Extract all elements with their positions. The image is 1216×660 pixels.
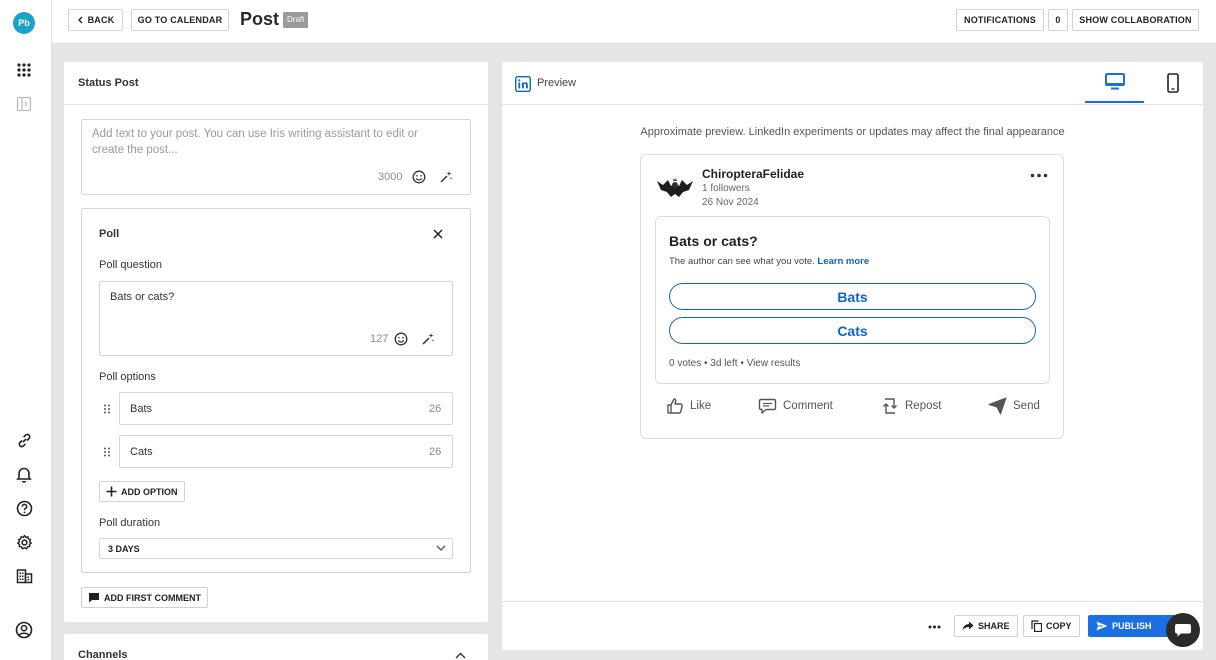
- send-action[interactable]: Send: [988, 395, 1040, 417]
- poll-option-char-counter: 26: [429, 403, 442, 415]
- account-avatar-icon[interactable]: [14, 620, 34, 640]
- preview-title: Preview: [537, 77, 577, 89]
- editor-header: Status Post: [64, 62, 488, 105]
- repost-action[interactable]: Repost: [881, 395, 941, 417]
- repost-icon: [883, 398, 897, 414]
- status-badge: Draft: [283, 12, 309, 28]
- preview-card: Preview Approximate preview. LinkedIn ex…: [502, 62, 1203, 650]
- mobile-view-tab[interactable]: [1154, 62, 1192, 103]
- chevron-left-icon: [77, 16, 83, 24]
- page-title: Post: [240, 9, 280, 29]
- preview-note: Approximate preview. LinkedIn experiment…: [640, 126, 1065, 138]
- poll-duration-select[interactable]: 3 DAYS: [99, 538, 453, 559]
- link-icon[interactable]: [14, 430, 34, 450]
- post-date: 26 Nov 2024: [702, 197, 759, 208]
- chevron-down-icon: [436, 545, 446, 551]
- more-actions-icon[interactable]: [928, 625, 941, 629]
- poll-question-char-counter: 127: [370, 333, 389, 345]
- magic-wand-icon[interactable]: [420, 331, 436, 347]
- settings-gear-icon[interactable]: [14, 532, 34, 552]
- comment-bubble-icon: [758, 398, 777, 414]
- desktop-view-tab[interactable]: [1085, 62, 1144, 103]
- post-text-input[interactable]: Add text to your post. You can use Iris …: [81, 119, 471, 195]
- poll-duration-label: Poll duration: [99, 517, 161, 529]
- chat-support-button[interactable]: [1166, 613, 1200, 647]
- linkedin-icon: [515, 76, 531, 92]
- drag-handle-icon[interactable]: [103, 447, 111, 457]
- poll-question-value: Bats or cats?: [110, 291, 175, 303]
- post-char-counter: 3000: [378, 171, 403, 183]
- poll-preview-meta: 0 votes • 3d left • View results: [669, 358, 801, 369]
- emoji-icon[interactable]: [393, 331, 409, 347]
- preview-footer: SHARE COPY PUBLISH: [502, 601, 1203, 650]
- poll-option-input[interactable]: Cats 26: [119, 435, 453, 468]
- poll-title: Poll: [99, 228, 120, 240]
- left-rail: Pb: [0, 0, 52, 660]
- editor-title: Status Post: [78, 77, 139, 89]
- building-icon[interactable]: [14, 566, 34, 586]
- channels-title: Channels: [78, 649, 128, 660]
- chevron-up-icon[interactable]: [455, 652, 466, 659]
- like-action[interactable]: Like: [666, 395, 711, 417]
- poll-option-input[interactable]: Bats 26: [119, 392, 453, 425]
- thumbs-up-icon: [667, 398, 683, 414]
- poll-preview-option[interactable]: Cats: [669, 317, 1036, 344]
- notifications-button[interactable]: NOTIFICATIONS: [956, 9, 1044, 31]
- poll-preview-option[interactable]: Bats: [669, 283, 1036, 310]
- poll-question-input[interactable]: Bats or cats? 127: [99, 281, 453, 356]
- poll-duration-value: 3 DAYS: [108, 544, 140, 554]
- poll-option-value: Cats: [130, 446, 153, 458]
- post-text-placeholder: Add text to your post. You can use Iris …: [92, 128, 419, 156]
- author-avatar: [655, 171, 695, 203]
- poll-section: Poll Poll question Bats or cats? 127 Pol…: [81, 208, 471, 573]
- back-button[interactable]: BACK: [68, 9, 123, 31]
- plus-icon: [106, 486, 117, 497]
- learn-more-link[interactable]: Learn more: [817, 256, 869, 267]
- add-option-button[interactable]: ADD OPTION: [99, 481, 185, 502]
- notifications-count-badge[interactable]: 0: [1048, 9, 1068, 31]
- top-bar: BACK GO TO CALENDAR Post Draft NOTIFICAT…: [52, 0, 1216, 44]
- comment-icon: [89, 593, 99, 603]
- add-first-comment-button[interactable]: ADD FIRST COMMENT: [81, 587, 208, 608]
- author-followers: 1 followers: [702, 183, 750, 194]
- preview-header: Preview: [502, 62, 1203, 105]
- share-arrow-icon: [962, 621, 974, 631]
- poll-question-label: Poll question: [99, 259, 162, 271]
- send-icon: [1096, 621, 1108, 631]
- apps-grid-icon[interactable]: [14, 60, 34, 80]
- close-poll-icon[interactable]: [430, 226, 446, 242]
- author-name: ChiropteraFelidae: [702, 167, 805, 181]
- share-button[interactable]: SHARE: [954, 615, 1018, 637]
- copy-icon: [1031, 620, 1042, 632]
- linkedin-poll: Bats or cats? The author can see what yo…: [655, 216, 1050, 384]
- poll-options-label: Poll options: [99, 371, 156, 383]
- show-collaboration-button[interactable]: SHOW COLLABORATION: [1072, 9, 1199, 31]
- sidebar-toggle-icon[interactable]: [14, 94, 34, 114]
- bell-icon[interactable]: [14, 464, 34, 484]
- more-options-icon[interactable]: [1030, 173, 1048, 178]
- magic-wand-icon[interactable]: [438, 169, 454, 185]
- help-icon[interactable]: [14, 498, 34, 518]
- send-plane-icon: [988, 397, 1007, 415]
- channels-card[interactable]: Channels: [64, 634, 488, 660]
- mobile-phone-icon: [1167, 72, 1179, 93]
- emoji-icon[interactable]: [411, 169, 427, 185]
- poll-option-char-counter: 26: [429, 446, 442, 458]
- poll-option-value: Bats: [130, 403, 153, 415]
- copy-button[interactable]: COPY: [1023, 615, 1080, 637]
- poll-preview-note: The author can see what you vote. Learn …: [669, 256, 870, 267]
- comment-action[interactable]: Comment: [758, 395, 833, 417]
- desktop-monitor-icon: [1104, 73, 1125, 90]
- drag-handle-icon[interactable]: [103, 404, 111, 414]
- poll-preview-question: Bats or cats?: [669, 233, 758, 249]
- chat-bubble-icon: [1175, 624, 1191, 637]
- linkedin-post-preview: ChiropteraFelidae 1 followers 26 Nov 202…: [640, 154, 1064, 439]
- app-logo[interactable]: Pb: [13, 12, 35, 34]
- post-editor-card: Status Post Add text to your post. You c…: [64, 62, 488, 622]
- go-to-calendar-button[interactable]: GO TO CALENDAR: [131, 9, 229, 31]
- publish-button[interactable]: PUBLISH: [1088, 615, 1160, 637]
